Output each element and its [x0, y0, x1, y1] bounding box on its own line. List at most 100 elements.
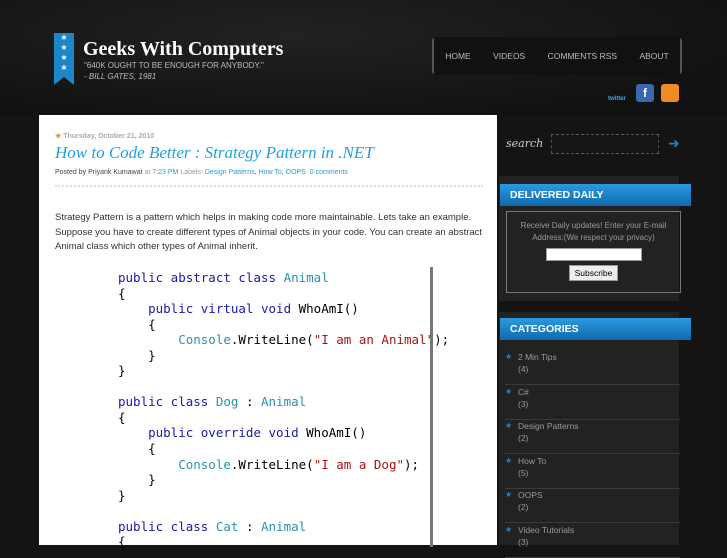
search-arrow-icon[interactable]: ➜	[668, 135, 680, 152]
code-token: "I am an Animal"	[313, 332, 435, 348]
tagline-author: - BILL GATES, 1981	[84, 72, 157, 81]
category-name[interactable]: How To	[518, 456, 546, 466]
nav-home[interactable]: HOME	[445, 51, 471, 61]
label-link[interactable]: How To	[259, 169, 282, 176]
code-token: }	[118, 363, 126, 379]
category-name[interactable]: OOPS	[518, 490, 543, 500]
category-count: (3)	[518, 536, 529, 547]
code-line: public virtual void WhoAmI()	[118, 301, 449, 317]
category-count: (3)	[518, 398, 529, 409]
code-token: .WriteLine(	[230, 456, 314, 472]
code-token: {	[118, 409, 126, 425]
category-name[interactable]: 2 Min Tips	[518, 352, 557, 362]
star-icon: ★	[505, 490, 513, 499]
code-token: WhoAmI()	[306, 425, 367, 441]
code-token: }	[118, 347, 156, 363]
code-line: {	[118, 534, 449, 550]
code-line: Console.WriteLine("I am an Animal");	[118, 332, 449, 348]
code-token: public class	[118, 518, 216, 534]
code-token: Dog	[215, 394, 239, 410]
code-token: public abstract class	[118, 270, 284, 285]
category-item[interactable]: ★ OOPS (2)	[505, 488, 680, 523]
code-token: Console	[118, 456, 231, 472]
code-token: {	[118, 285, 126, 301]
nav-comments-rss[interactable]: COMMENTS RSS	[548, 51, 617, 61]
label-link[interactable]: OOPS	[286, 169, 306, 176]
code-line: {	[118, 410, 449, 426]
category-count: (2)	[518, 502, 529, 512]
code-token: WhoAmI()	[298, 301, 359, 317]
code-line: {	[118, 286, 449, 302]
post-meta: Posted by Priyank Kumawat at 7:23 PM Lab…	[55, 169, 348, 176]
search-label: search	[506, 137, 544, 150]
star-icon: ★	[505, 421, 513, 430]
subscribe-button[interactable]: Subscribe	[568, 265, 619, 281]
category-name[interactable]: Design Patterns	[518, 421, 578, 431]
code-token: public virtual void	[118, 301, 299, 317]
rss-icon[interactable]: rss	[661, 84, 679, 102]
code-token: }	[118, 472, 156, 488]
code-token: {	[118, 316, 156, 332]
code-token: :	[238, 394, 261, 410]
category-name[interactable]: C#	[518, 387, 529, 397]
facebook-icon[interactable]: f	[636, 84, 654, 102]
divider	[55, 185, 483, 187]
code-token: .WriteLine(	[230, 332, 314, 348]
star-icon: ★	[505, 524, 513, 534]
code-token: }	[118, 487, 126, 503]
nav-videos[interactable]: VIDEOS	[493, 51, 525, 61]
code-line: {	[118, 441, 449, 457]
code-line: }	[118, 488, 449, 504]
star-icon: ★	[505, 386, 513, 396]
post-time-link[interactable]: 7:23 PM	[152, 169, 178, 176]
post-title[interactable]: How to Code Better : Strategy Pattern in…	[55, 143, 374, 163]
comments-link[interactable]: 0 comments	[310, 169, 348, 176]
category-item[interactable]: ★ How To (5)	[505, 454, 680, 489]
code-line: Console.WriteLine("I am a Dog");	[118, 457, 449, 473]
nav-about[interactable]: ABOUT	[639, 51, 668, 61]
post-date: ★ Thursday, October 21, 2010	[55, 133, 155, 140]
search-input[interactable]	[551, 134, 659, 154]
category-item[interactable]: ★ Design Patterns (2)	[505, 419, 680, 454]
post-body: Strategy Pattern is a pattern which help…	[55, 212, 483, 252]
star-icon: ★	[505, 455, 513, 465]
subscribe-box: Receive Daily updates! Enter your E-mail…	[506, 211, 681, 293]
category-item[interactable]: ★ Video Tutorials (3)	[505, 523, 680, 558]
twitter-icon[interactable]: twitter	[605, 84, 629, 102]
subscribe-text: Receive Daily updates! Enter your E-mail…	[520, 221, 667, 242]
code-token: Animal	[261, 394, 307, 410]
code-token: Animal	[261, 518, 307, 534]
code-token: Console	[118, 332, 231, 348]
code-line: public override void WhoAmI()	[118, 425, 449, 441]
header: ★ ★ ★ ★ Geeks With Computers "640K OUGHT TO…	[0, 0, 727, 115]
site-title[interactable]: Geeks With Computers	[83, 38, 283, 61]
code-token: );	[404, 456, 420, 472]
category-name[interactable]: Video Tutorials	[518, 525, 574, 535]
code-token: Animal	[283, 270, 329, 285]
category-item[interactable]: ★ 2 Min Tips (4)	[505, 350, 680, 385]
code-line: }	[118, 472, 449, 488]
code-token: "I am a Dog"	[313, 456, 404, 472]
code-token: :	[238, 518, 261, 534]
code-line: }	[118, 363, 449, 379]
code-line: public abstract class Animal	[118, 270, 449, 286]
ribbon-logo-icon: ★ ★ ★ ★	[54, 33, 74, 85]
email-input[interactable]	[545, 248, 642, 261]
code-token: public override void	[118, 425, 307, 441]
code-token: {	[118, 441, 156, 457]
delivered-title: DELIVERED DAILY	[500, 184, 691, 206]
code-line: public class Dog : Animal	[118, 394, 449, 410]
star-icon: ★	[505, 352, 513, 361]
code-line: }	[118, 348, 449, 364]
label-link[interactable]: Design Patterns	[205, 169, 255, 176]
code-line: public class Cat : Animal	[118, 519, 449, 535]
category-count: (5)	[518, 467, 529, 478]
post: ★ Thursday, October 21, 2010 How to Code…	[39, 115, 497, 549]
category-item[interactable]: ★ C# (3)	[505, 385, 680, 420]
category-count: (4)	[518, 364, 529, 374]
categories-title: CATEGORIES	[500, 318, 691, 340]
code-token: public class	[118, 394, 216, 410]
code-line: {	[118, 317, 449, 333]
